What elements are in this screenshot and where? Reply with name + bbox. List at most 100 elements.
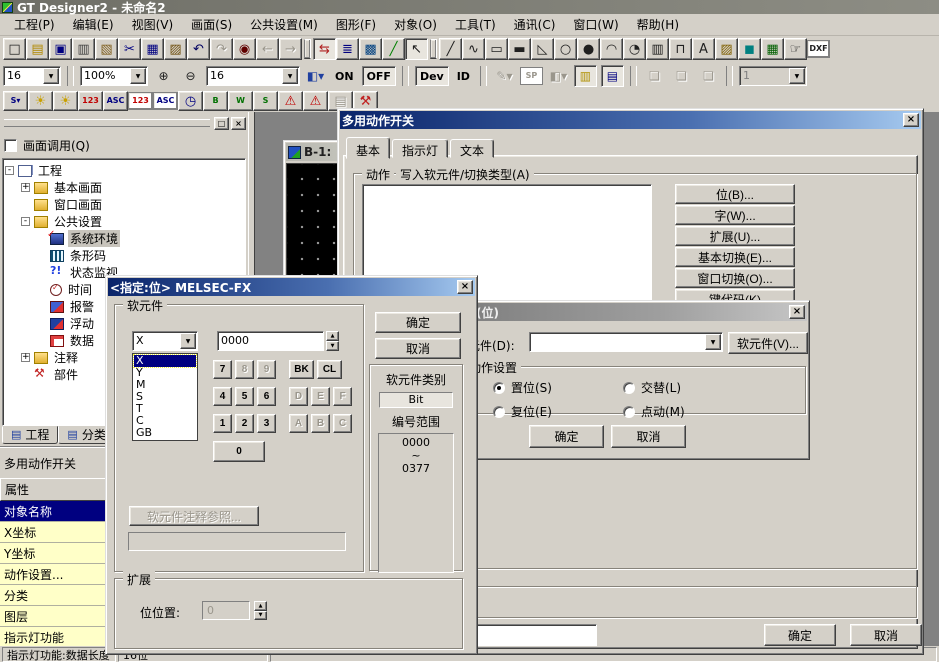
action-radio[interactable]: 复位(E) <box>493 403 623 420</box>
dialog-tab[interactable]: 文本 <box>450 139 494 158</box>
keypad-key[interactable]: 9 <box>257 360 276 379</box>
word-lamp-icon[interactable]: ☀ <box>53 91 78 111</box>
chevron-down-icon[interactable]: ▼ <box>705 334 721 350</box>
device-window-icon[interactable]: ▥ <box>574 65 597 87</box>
forward-icon[interactable]: → <box>279 38 302 60</box>
open-file-icon[interactable]: ▤ <box>26 38 49 60</box>
keypad-key[interactable]: 1 <box>213 414 232 433</box>
save-icon[interactable]: ▣ <box>49 38 72 60</box>
menu-item[interactable]: 编辑(E) <box>65 14 122 35</box>
layer-back-icon[interactable]: ❏ <box>697 65 720 87</box>
rect-tool-icon[interactable]: ▭ <box>485 38 508 60</box>
keypad-key[interactable]: 5 <box>235 387 254 406</box>
keypad-key[interactable]: 4 <box>213 387 232 406</box>
paint-tool-icon[interactable]: ▨ <box>715 38 738 60</box>
dialog-titlebar[interactable]: 多用动作开关 × <box>340 111 921 129</box>
tree-expander[interactable]: - <box>5 166 14 175</box>
cancel-button[interactable]: 取消 <box>375 338 461 359</box>
toolbar-button[interactable] <box>430 39 437 59</box>
screen-set-icon[interactable]: ▩ <box>359 38 382 60</box>
device-view-button[interactable]: Dev <box>415 66 449 86</box>
list-item[interactable]: GB <box>134 427 196 439</box>
screen-call-checkbox[interactable] <box>4 139 17 152</box>
close-icon[interactable]: × <box>789 305 805 319</box>
tree-expander[interactable]: + <box>21 183 30 192</box>
keypad-key[interactable]: 7 <box>213 360 232 379</box>
select-cursor-icon[interactable]: ↖ <box>405 38 428 60</box>
restore-button[interactable]: □ <box>214 117 229 130</box>
id-view-button[interactable]: ID <box>453 66 474 86</box>
piping-tool-icon[interactable]: ⊓ <box>669 38 692 60</box>
keypad-key[interactable]: CL <box>317 360 342 379</box>
screen-image-icon[interactable]: ⇆ <box>313 38 336 60</box>
spinner-down-icon[interactable]: ▼ <box>254 611 267 621</box>
save-screen-icon[interactable]: ▥ <box>72 38 95 60</box>
tree-item[interactable]: + 基本画面 <box>3 179 245 196</box>
comment-simple-icon[interactable]: S <box>253 91 278 111</box>
paste-icon[interactable]: ▨ <box>164 38 187 60</box>
close-icon[interactable]: × <box>903 113 919 127</box>
line-tool-icon[interactable]: ╱ <box>439 38 462 60</box>
layer-mid-icon[interactable]: ❏ <box>670 65 693 87</box>
filled-circle-tool-icon[interactable]: ● <box>577 38 600 60</box>
zoom-in-icon[interactable]: ⊕ <box>152 65 175 87</box>
keypad-key[interactable]: 3 <box>257 414 276 433</box>
zoom-out-icon[interactable]: ⊖ <box>179 65 202 87</box>
comment-word-icon[interactable]: W <box>228 91 253 111</box>
grid-on-button[interactable]: ON <box>331 66 358 86</box>
scale-tool-icon[interactable]: ▥ <box>646 38 669 60</box>
device-comment-button[interactable]: 软元件注释参照... <box>129 506 259 526</box>
draw-pen-icon[interactable]: ╱ <box>382 38 405 60</box>
preview-icon[interactable]: ◉ <box>233 38 256 60</box>
dialog-titlebar[interactable]: (位) × <box>448 303 807 321</box>
chevron-down-icon[interactable]: ▼ <box>130 68 146 84</box>
object-name-field[interactable] <box>475 624 597 646</box>
circle-tool-icon[interactable]: ○ <box>554 38 577 60</box>
fill-color-icon[interactable]: ◧▾ <box>304 65 327 87</box>
menu-item[interactable]: 视图(V) <box>124 14 182 35</box>
comment-bit-icon[interactable]: B <box>203 91 228 111</box>
panel-tool-icon[interactable]: ▦ <box>761 38 784 60</box>
copy-icon[interactable]: ▦ <box>141 38 164 60</box>
menu-item[interactable]: 帮助(H) <box>629 14 687 35</box>
keypad-key[interactable]: A <box>289 414 308 433</box>
chevron-down-icon[interactable]: ▼ <box>282 68 298 84</box>
image-tool-icon[interactable]: ◼ <box>738 38 761 60</box>
menu-item[interactable]: 公共设置(M) <box>242 14 326 35</box>
polyline-tool-icon[interactable]: ∿ <box>462 38 485 60</box>
clock-icon[interactable]: ◷ <box>178 91 203 111</box>
number-spinner[interactable]: ▲ ▼ <box>326 331 339 351</box>
close-button[interactable]: × <box>231 117 246 130</box>
dock-header[interactable]: □ × <box>0 112 248 134</box>
bit-position-spinner[interactable]: ▲ ▼ <box>254 601 267 620</box>
tree-item[interactable]: - 工程 <box>3 162 245 179</box>
new-file-icon[interactable]: □ <box>3 38 26 60</box>
action-type-button[interactable]: 扩展(U)... <box>675 226 795 246</box>
keypad-key[interactable]: 0 <box>213 441 265 462</box>
keypad-key[interactable]: D <box>289 387 308 406</box>
menu-item[interactable]: 对象(O) <box>386 14 445 35</box>
sector-tool-icon[interactable]: ◔ <box>623 38 646 60</box>
hand-cursor-icon[interactable]: ☞ <box>784 38 807 60</box>
layer-combo[interactable]: 1 ▼ <box>739 66 807 86</box>
sp-icon[interactable]: SP <box>520 67 543 85</box>
paint-style-icon[interactable]: ◧▾ <box>547 65 570 87</box>
device-combo[interactable]: ▼ <box>529 332 723 352</box>
undo-icon[interactable]: ↶ <box>187 38 210 60</box>
ascii-input-icon[interactable]: ASC <box>153 92 178 110</box>
alarm-history-icon[interactable]: ⚠ <box>278 91 303 111</box>
keypad-key[interactable]: 8 <box>235 360 254 379</box>
device-number-field[interactable]: 0000 <box>217 331 324 351</box>
chevron-down-icon[interactable]: ▼ <box>180 333 196 349</box>
list-item[interactable]: M <box>134 379 196 391</box>
keypad-key[interactable]: C <box>333 414 352 433</box>
action-type-button[interactable]: 字(W)... <box>675 205 795 225</box>
numeric-input-icon[interactable]: 123 <box>128 92 153 110</box>
keypad-key[interactable]: 2 <box>235 414 254 433</box>
device-comment-field[interactable] <box>128 532 346 551</box>
text-tool-icon[interactable]: A <box>692 38 715 60</box>
tree-item[interactable]: 窗口画面 <box>3 196 245 213</box>
back-icon[interactable]: ← <box>256 38 279 60</box>
list-item[interactable]: S <box>134 391 196 403</box>
keypad-key[interactable]: BK <box>289 360 314 379</box>
